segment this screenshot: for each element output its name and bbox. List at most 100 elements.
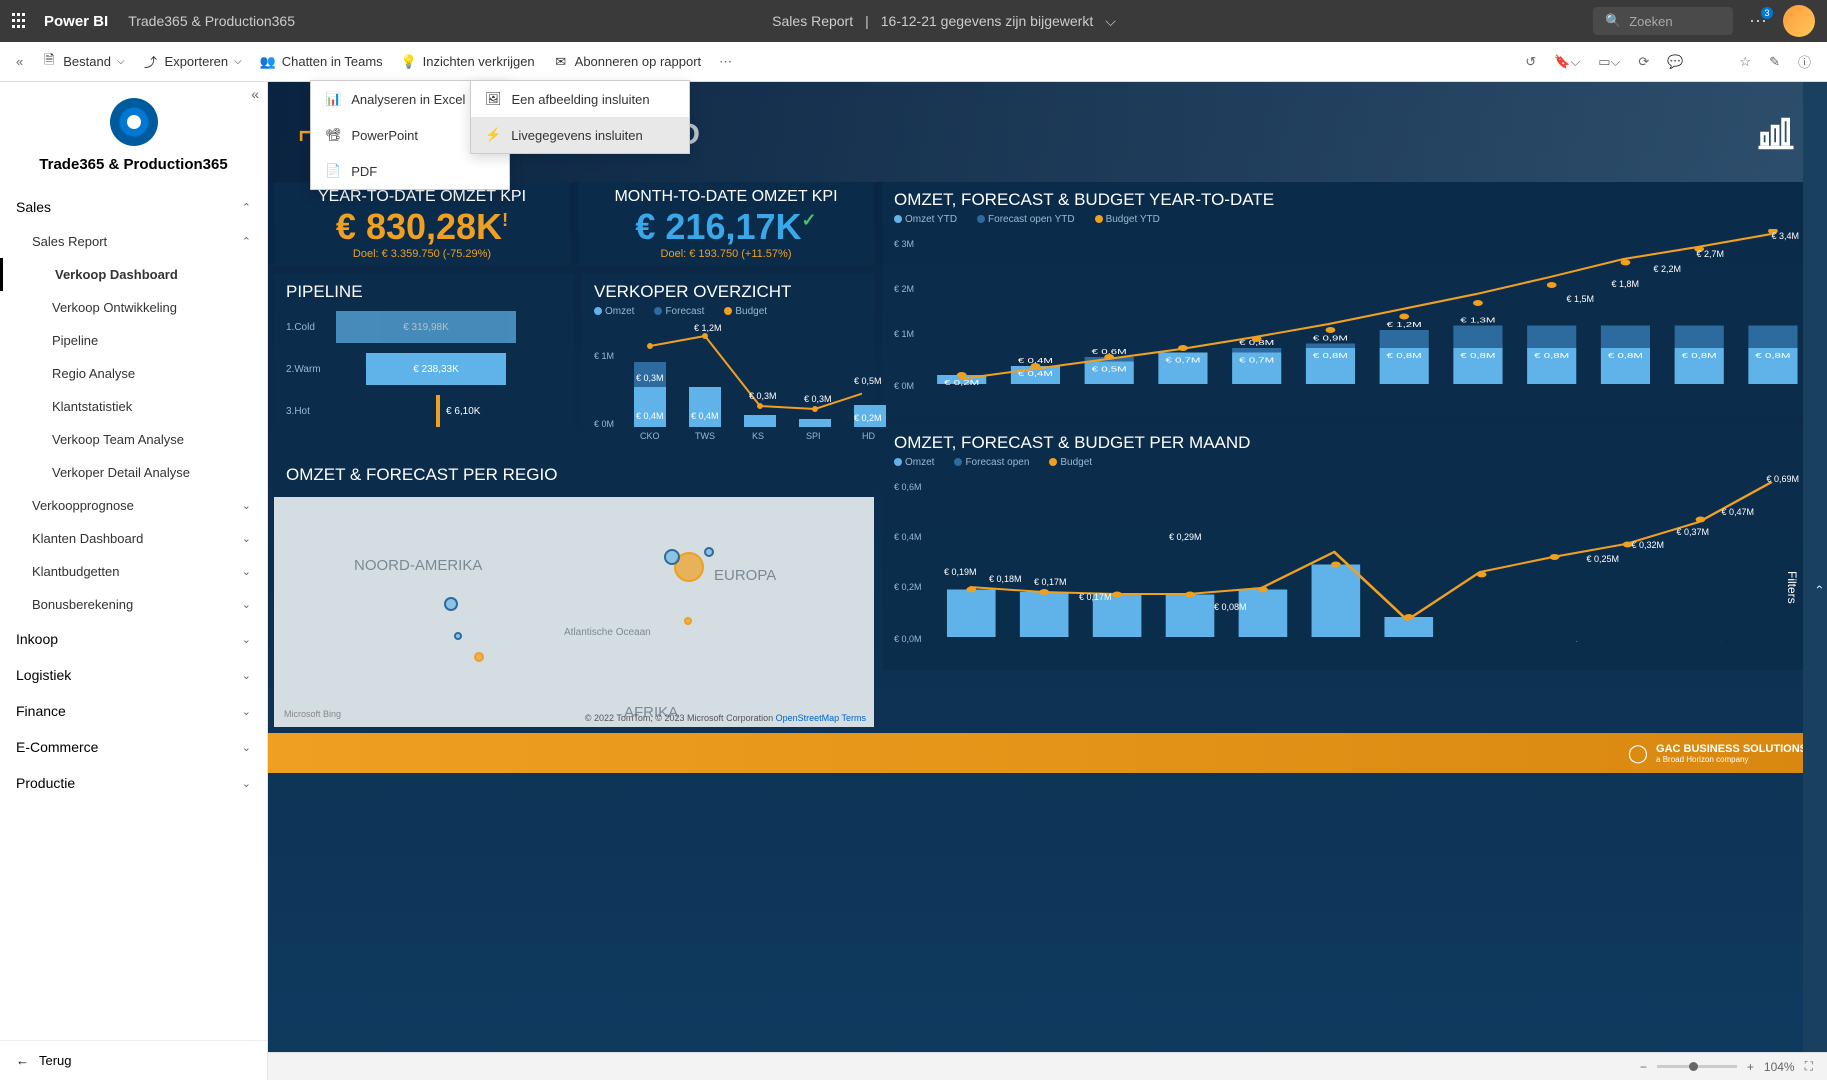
svg-text:September: September bbox=[1525, 639, 1581, 642]
comment-icon[interactable]: 💬 bbox=[1667, 54, 1683, 70]
teams-icon: 👥 bbox=[260, 54, 276, 70]
nav-klantstatistiek[interactable]: Klantstatistiek bbox=[0, 390, 267, 423]
chevron-down-icon: ⌵ bbox=[234, 56, 242, 67]
zoom-slider[interactable] bbox=[1657, 1065, 1737, 1068]
pipeline-panel[interactable]: PIPELINE 1.Cold€ 319,98K 2.Warm€ 238,33K… bbox=[274, 274, 574, 449]
report-name[interactable]: Sales Report bbox=[772, 13, 853, 29]
powerpoint-submenu: 🖼Een afbeelding insluiten ⚡Livegegevens … bbox=[470, 80, 690, 154]
nav-inkoop[interactable]: Inkoop⌄ bbox=[0, 621, 267, 657]
nav-logistiek[interactable]: Logistiek⌄ bbox=[0, 657, 267, 693]
view-icon[interactable]: ▭⌵ bbox=[1598, 54, 1620, 70]
zoom-out-button[interactable]: − bbox=[1640, 1060, 1647, 1074]
nav-bonusberekening[interactable]: Bonusberekening⌄ bbox=[0, 588, 267, 621]
top-bar: Power BI Trade365 & Production365 Sales … bbox=[0, 0, 1827, 42]
workspace-logo bbox=[110, 98, 158, 146]
refresh-icon[interactable]: ⟳ bbox=[1638, 54, 1649, 70]
nav-regio-analyse[interactable]: Regio Analyse bbox=[0, 357, 267, 390]
embed-live-item[interactable]: ⚡Livegegevens insluiten bbox=[471, 117, 689, 153]
svg-text:€ 0,7M: € 0,7M bbox=[1165, 357, 1200, 365]
bulb-icon: 💡 bbox=[401, 54, 417, 70]
pdf-icon: 📄 bbox=[325, 163, 341, 179]
collapse-toolbar-icon[interactable]: « bbox=[16, 54, 23, 69]
nav-sales-report[interactable]: Sales Report⌃ bbox=[0, 225, 267, 258]
chevron-down-icon: ⌄ bbox=[242, 669, 251, 682]
insights-button[interactable]: 💡Inzichten verkrijgen bbox=[401, 54, 535, 70]
svg-text:€ 0,9M: € 0,9M bbox=[1313, 335, 1348, 343]
collapse-sidebar-icon[interactable]: « bbox=[251, 86, 259, 102]
brand-name: Power BI bbox=[44, 13, 108, 30]
terms-link[interactable]: Terms bbox=[842, 713, 867, 723]
chevron-down-icon: ⌄ bbox=[242, 532, 251, 545]
svg-text:October: October bbox=[1605, 641, 1647, 642]
filters-pane-toggle[interactable]: ‹Filters bbox=[1803, 82, 1827, 1052]
back-button[interactable]: ←Terug bbox=[0, 1040, 267, 1080]
svg-text:February: February bbox=[1019, 640, 1066, 642]
chevron-down-icon: ⌄ bbox=[242, 598, 251, 611]
nav-sales[interactable]: Sales⌃ bbox=[0, 189, 267, 225]
teams-button[interactable]: 👥Chatten in Teams bbox=[260, 54, 383, 70]
nav-verkoop-dashboard[interactable]: Verkoop Dashboard bbox=[0, 258, 267, 291]
svg-text:€ 0,2M: € 0,2M bbox=[944, 379, 979, 387]
more-options-button[interactable]: ⋯3 bbox=[1749, 11, 1767, 32]
verkoper-chart: € 1M € 0M € 0,4M € 0,3M € 0,4M € 0,2M bbox=[594, 321, 862, 441]
mtd-chart-panel[interactable]: OMZET, FORECAST & BUDGET PER MAAND Omzet… bbox=[882, 425, 1821, 670]
nav-finance[interactable]: Finance⌄ bbox=[0, 693, 267, 729]
workspace-name-top[interactable]: Trade365 & Production365 bbox=[128, 13, 295, 29]
powerpoint-icon: 📽 bbox=[325, 127, 342, 143]
export-pdf-item[interactable]: 📄PDF bbox=[311, 153, 509, 189]
apps-launcher-icon[interactable] bbox=[12, 13, 28, 29]
nav-klanten-dashboard[interactable]: Klanten Dashboard⌄ bbox=[0, 522, 267, 555]
more-icon[interactable]: ⋯ bbox=[719, 54, 732, 70]
subscribe-button[interactable]: ✉Abonneren op rapport bbox=[553, 54, 701, 70]
verkoper-panel[interactable]: VERKOPER OVERZICHT OmzetForecastBudget €… bbox=[582, 274, 874, 449]
embed-image-item[interactable]: 🖼Een afbeelding insluiten bbox=[471, 81, 689, 117]
nav-verkoop-ontwikkeling[interactable]: Verkoop Ontwikkeling bbox=[0, 291, 267, 324]
nav-klantbudgetten[interactable]: Klantbudgetten⌄ bbox=[0, 555, 267, 588]
chevron-down-icon: ⌄ bbox=[242, 777, 251, 790]
export-menu-button[interactable]: ⤴Exporteren⌵ bbox=[143, 54, 242, 70]
avatar[interactable] bbox=[1783, 5, 1815, 37]
nav-verkoper-detail[interactable]: Verkoper Detail Analyse bbox=[0, 456, 267, 489]
search-input[interactable]: 🔍 Zoeken bbox=[1593, 7, 1733, 35]
svg-text:€ 0,7M: € 0,7M bbox=[1239, 357, 1274, 365]
svg-text:€ 0,8M: € 0,8M bbox=[1755, 352, 1790, 360]
info-icon[interactable]: ⓘ bbox=[1798, 52, 1811, 71]
edit-icon[interactable]: ✎ bbox=[1769, 54, 1780, 70]
update-status[interactable]: 16-12-21 gegevens zijn bijgewerkt bbox=[881, 13, 1093, 29]
fit-page-button[interactable]: ⛶ bbox=[1805, 1059, 1813, 1074]
nav-verkoopprognose[interactable]: Verkoopprognose⌄ bbox=[0, 489, 267, 522]
svg-text:September: September bbox=[1522, 388, 1578, 389]
regio-panel[interactable]: OMZET & FORECAST PER REGIO bbox=[274, 457, 874, 497]
chart-icon bbox=[1755, 109, 1797, 156]
chevron-left-icon: ‹ bbox=[1813, 585, 1827, 589]
notification-badge: 3 bbox=[1761, 7, 1773, 19]
svg-text:€ 0,8M: € 0,8M bbox=[1608, 352, 1643, 360]
ytd-chart-panel[interactable]: OMZET, FORECAST & BUDGET YEAR-TO-DATE Om… bbox=[882, 182, 1821, 417]
bookmark-icon[interactable]: 🔖⌵ bbox=[1554, 54, 1580, 70]
nav-ecommerce[interactable]: E-Commerce⌄ bbox=[0, 729, 267, 765]
footer-brand: ◯GAC BUSINESS SOLUTIONSa Broad Horizon c… bbox=[268, 733, 1827, 773]
chevron-down-icon: ⌄ bbox=[242, 499, 251, 512]
warning-icon: ! bbox=[502, 210, 508, 230]
star-icon[interactable]: ☆ bbox=[1739, 54, 1751, 70]
svg-text:€ 0,5M: € 0,5M bbox=[1092, 366, 1127, 374]
kpi-ytd[interactable]: YEAR-TO-DATE OMZET KPI € 830,28K! Doel: … bbox=[274, 182, 570, 266]
bing-logo: Microsoft Bing bbox=[284, 709, 341, 719]
nav-pipeline[interactable]: Pipeline bbox=[0, 324, 267, 357]
map-visual[interactable]: NOORD-AMERIKA EUROPA AFRIKA Atlantische … bbox=[274, 497, 874, 727]
zoom-in-button[interactable]: + bbox=[1747, 1060, 1754, 1074]
svg-text:August: August bbox=[1461, 641, 1499, 642]
osm-link[interactable]: OpenStreetMap bbox=[776, 713, 840, 723]
check-icon: ✓ bbox=[802, 210, 817, 230]
chevron-down-icon: ⌄ bbox=[242, 705, 251, 718]
nav-verkoop-team[interactable]: Verkoop Team Analyse bbox=[0, 423, 267, 456]
file-menu-button[interactable]: 🗎Bestand⌵ bbox=[41, 54, 124, 70]
kpi-mtd[interactable]: MONTH-TO-DATE OMZET KPI € 216,17K✓ Doel:… bbox=[578, 182, 874, 266]
mtd-chart: € 0,6M € 0,4M € 0,2M € 0,0M JanuaryFebru… bbox=[894, 472, 1809, 662]
reset-icon[interactable]: ↺ bbox=[1525, 54, 1536, 70]
excel-icon: 📊 bbox=[325, 91, 341, 107]
live-icon: ⚡ bbox=[485, 127, 501, 143]
svg-text:€ 0,8M: € 0,8M bbox=[1682, 352, 1717, 360]
chevron-down-icon[interactable]: ⌵ bbox=[1105, 13, 1116, 30]
nav-productie[interactable]: Productie⌄ bbox=[0, 765, 267, 801]
